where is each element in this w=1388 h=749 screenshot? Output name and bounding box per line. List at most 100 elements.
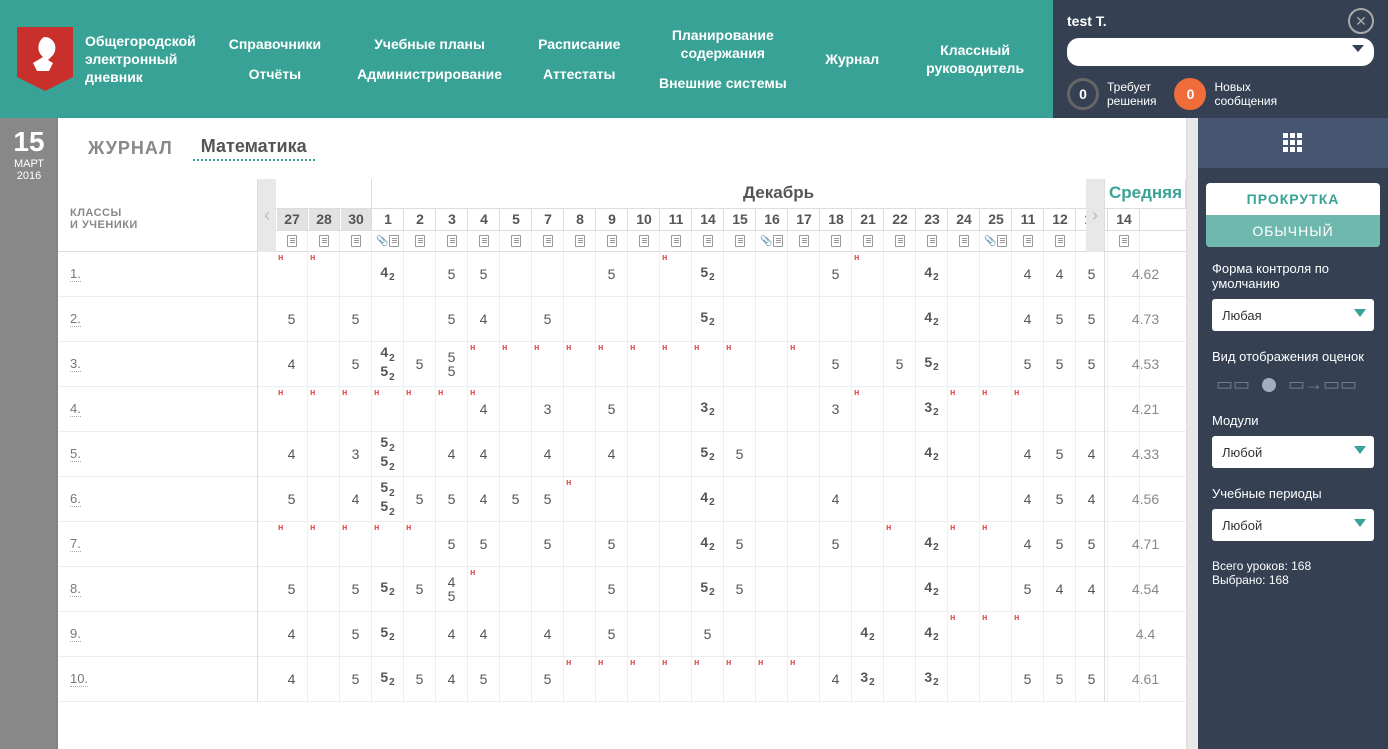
grade-cell[interactable]: 5 bbox=[724, 567, 756, 611]
grade-cell[interactable]: 5 bbox=[340, 567, 372, 611]
grade-cell[interactable] bbox=[788, 477, 820, 521]
day-header[interactable]: 17 bbox=[788, 209, 820, 230]
grade-cell[interactable] bbox=[564, 432, 596, 476]
lesson-icon[interactable] bbox=[724, 231, 756, 251]
grade-cell[interactable]: н bbox=[340, 387, 372, 431]
day-header[interactable]: 30 bbox=[340, 209, 372, 230]
grade-cell[interactable]: 32 bbox=[852, 657, 884, 701]
day-header[interactable]: 24 bbox=[948, 209, 980, 230]
grade-cell[interactable]: 5 bbox=[1044, 477, 1076, 521]
grade-cell[interactable] bbox=[884, 657, 916, 701]
grade-cell[interactable] bbox=[756, 387, 788, 431]
grade-cell[interactable]: 5 bbox=[884, 342, 916, 386]
grade-cell[interactable]: 3 bbox=[340, 432, 372, 476]
grade-cell[interactable]: 4 bbox=[436, 612, 468, 656]
grade-cell[interactable]: 42 bbox=[692, 477, 724, 521]
grade-cell[interactable]: н bbox=[948, 612, 980, 656]
grade-cell[interactable]: 5 bbox=[276, 477, 308, 521]
grade-cell[interactable]: 4 bbox=[276, 612, 308, 656]
grade-cell[interactable]: 5 bbox=[1012, 342, 1044, 386]
grade-cell[interactable]: н4 bbox=[468, 387, 500, 431]
grade-cell[interactable]: 5 bbox=[404, 342, 436, 386]
grade-cell[interactable]: 5 bbox=[820, 252, 852, 296]
grade-cell[interactable]: н bbox=[1012, 612, 1044, 656]
grade-cell[interactable]: 52 bbox=[372, 612, 404, 656]
grade-cell[interactable]: 4 bbox=[596, 432, 628, 476]
lesson-icon[interactable] bbox=[1012, 231, 1044, 251]
grade-cell[interactable] bbox=[756, 522, 788, 566]
lesson-icon[interactable] bbox=[948, 231, 980, 251]
lesson-icon[interactable] bbox=[596, 231, 628, 251]
grade-cell[interactable]: 5 bbox=[532, 297, 564, 341]
day-header[interactable]: 4 bbox=[468, 209, 500, 230]
grade-cell[interactable] bbox=[724, 252, 756, 296]
grade-cell[interactable]: н bbox=[436, 387, 468, 431]
grade-cell[interactable] bbox=[1044, 612, 1076, 656]
day-header[interactable]: 11 bbox=[660, 209, 692, 230]
modules-select[interactable]: Любой bbox=[1212, 436, 1374, 468]
grade-cell[interactable] bbox=[500, 387, 532, 431]
day-header[interactable]: 5 bbox=[500, 209, 532, 230]
day-header[interactable]: 22 bbox=[884, 209, 916, 230]
scroll-mode[interactable]: ОБЫЧНЫЙ bbox=[1206, 215, 1380, 247]
grade-cell[interactable]: н bbox=[660, 342, 692, 386]
grade-cell[interactable] bbox=[948, 432, 980, 476]
grade-cell[interactable]: н bbox=[852, 252, 884, 296]
grade-cell[interactable] bbox=[308, 567, 340, 611]
grade-cell[interactable]: 4 bbox=[1044, 567, 1076, 611]
grade-cell[interactable] bbox=[564, 612, 596, 656]
grade-cell[interactable]: 32 bbox=[916, 387, 948, 431]
grade-cell[interactable]: 5 bbox=[1044, 342, 1076, 386]
grade-cell[interactable]: 5 bbox=[404, 567, 436, 611]
grade-cell[interactable]: н bbox=[980, 387, 1012, 431]
grade-cell[interactable]: 4 bbox=[436, 657, 468, 701]
day-header[interactable]: 8 bbox=[564, 209, 596, 230]
grade-cell[interactable]: 5 bbox=[468, 252, 500, 296]
nav-item[interactable]: Планирование содержанияВнешние системы bbox=[638, 0, 807, 118]
lesson-icon[interactable] bbox=[820, 231, 852, 251]
day-header[interactable]: 2 bbox=[404, 209, 436, 230]
grade-cell[interactable]: 4 bbox=[1012, 297, 1044, 341]
grade-cell[interactable] bbox=[884, 612, 916, 656]
grade-cell[interactable]: 4 bbox=[532, 432, 564, 476]
grade-cell[interactable] bbox=[724, 612, 756, 656]
student-row[interactable]: 3. bbox=[58, 342, 257, 387]
student-row[interactable]: 6. bbox=[58, 477, 257, 522]
day-header[interactable]: 27 bbox=[276, 209, 308, 230]
lesson-icon[interactable]: 📎 bbox=[980, 231, 1012, 251]
lesson-icon[interactable]: 📎 bbox=[372, 231, 404, 251]
grade-cell[interactable] bbox=[724, 297, 756, 341]
lesson-icon[interactable] bbox=[500, 231, 532, 251]
grade-cell[interactable]: 5 bbox=[532, 657, 564, 701]
grade-cell[interactable]: 4 bbox=[1044, 252, 1076, 296]
day-header[interactable]: 1 bbox=[372, 209, 404, 230]
grade-cell[interactable]: 5 bbox=[436, 297, 468, 341]
grade-cell[interactable]: н bbox=[724, 657, 756, 701]
grade-cell[interactable] bbox=[884, 567, 916, 611]
grade-cell[interactable] bbox=[404, 297, 436, 341]
grade-cell[interactable]: 5 bbox=[404, 477, 436, 521]
grade-cell[interactable]: н bbox=[756, 657, 788, 701]
student-row[interactable]: 7. bbox=[58, 522, 257, 567]
grade-cell[interactable] bbox=[628, 432, 660, 476]
grade-cell[interactable]: н bbox=[852, 387, 884, 431]
grade-cell[interactable]: 5 bbox=[340, 297, 372, 341]
grade-cell[interactable] bbox=[980, 342, 1012, 386]
grade-cell[interactable]: 4 bbox=[820, 477, 852, 521]
display-mode-toggle[interactable]: ▭▭ ▭→▭▭ bbox=[1212, 374, 1374, 395]
grade-cell[interactable]: 5 bbox=[500, 477, 532, 521]
grade-cell[interactable]: 4 bbox=[468, 432, 500, 476]
grade-cell[interactable]: 5 bbox=[276, 567, 308, 611]
grade-cell[interactable] bbox=[852, 297, 884, 341]
grade-cell[interactable] bbox=[820, 432, 852, 476]
grade-cell[interactable] bbox=[500, 432, 532, 476]
grade-cell[interactable]: 42 bbox=[916, 612, 948, 656]
grade-cell[interactable] bbox=[948, 477, 980, 521]
grade-cell[interactable]: н bbox=[500, 342, 532, 386]
day-header[interactable]: 28 bbox=[308, 209, 340, 230]
grade-cell[interactable] bbox=[884, 387, 916, 431]
day-header[interactable]: 21 bbox=[852, 209, 884, 230]
grade-cell[interactable]: 5 bbox=[532, 477, 564, 521]
grade-cell[interactable]: 42 bbox=[916, 252, 948, 296]
grade-cell[interactable]: 5 bbox=[820, 342, 852, 386]
